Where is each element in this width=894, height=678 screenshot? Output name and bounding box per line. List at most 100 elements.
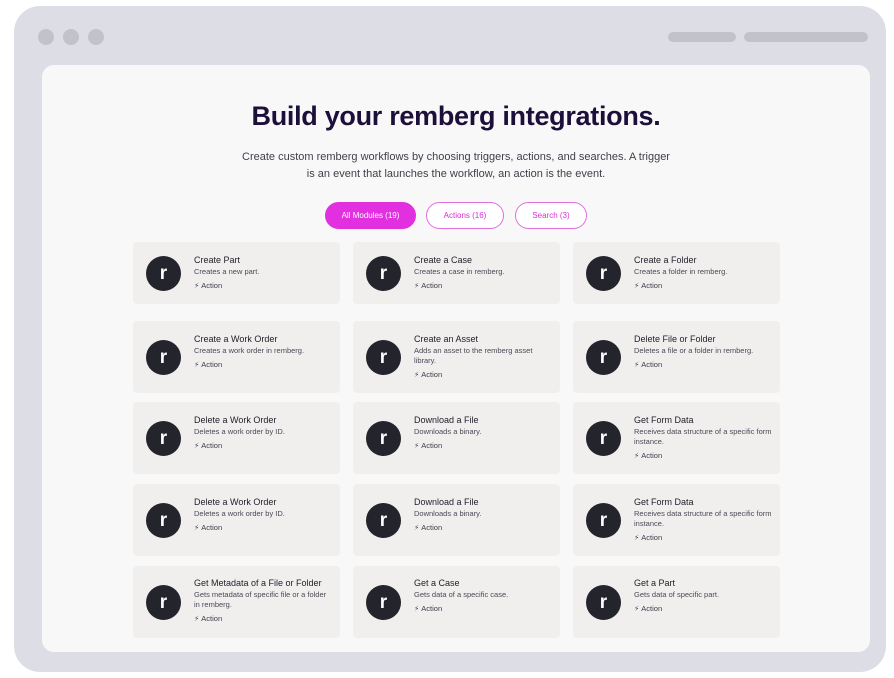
card-tag: ⚡ Action	[414, 281, 443, 290]
remberg-logo-icon: r	[366, 256, 401, 291]
card-title: Get a Case	[414, 578, 460, 588]
filter-actions[interactable]: Actions (16)	[426, 202, 504, 229]
toolbar-placeholder-short	[668, 32, 736, 42]
window-dot-icon[interactable]	[38, 29, 54, 45]
card-description: Deletes a work order by ID.	[194, 427, 285, 436]
card-title: Create Part	[194, 255, 241, 265]
card-tag: ⚡ Action	[414, 370, 443, 379]
card-title: Create a Folder	[634, 255, 697, 265]
card-tag: ⚡ Action	[414, 604, 443, 613]
module-card[interactable]: r Delete a Work Order Deletes a work ord…	[133, 402, 340, 474]
remberg-logo-icon: r	[366, 340, 401, 375]
remberg-logo-icon: r	[366, 585, 401, 620]
card-title: Delete a Work Order	[194, 497, 277, 507]
filter-tabs: All Modules (19) Actions (16) Search (3)	[42, 202, 870, 230]
module-card[interactable]: r Create a Work Order Creates a work ord…	[133, 321, 340, 393]
filter-search[interactable]: Search (3)	[515, 202, 587, 229]
module-card[interactable]: r Get Form Data Receives data structure …	[573, 484, 780, 556]
bolt-icon: ⚡	[194, 523, 200, 532]
remberg-logo-icon: r	[586, 421, 621, 456]
card-description: Creates a case in remberg.	[414, 267, 505, 276]
card-tag: ⚡ Action	[414, 523, 443, 532]
remberg-logo-icon: r	[586, 585, 621, 620]
page-subtitle: Create custom remberg workflows by choos…	[242, 151, 670, 180]
window-dot-icon[interactable]	[63, 29, 79, 45]
card-title: Get a Part	[634, 578, 676, 588]
bolt-icon: ⚡	[414, 441, 420, 450]
card-title: Get Form Data	[634, 497, 694, 507]
card-title: Get Metadata of a File or Folder	[194, 578, 322, 588]
card-tag: ⚡ Action	[634, 533, 663, 542]
card-title: Create a Case	[414, 255, 473, 265]
module-card[interactable]: r Get Form Data Receives data structure …	[573, 402, 780, 474]
card-title: Delete File or Folder	[634, 334, 716, 344]
card-tag: ⚡ Action	[194, 441, 223, 450]
card-title: Create a Work Order	[194, 334, 278, 344]
toolbar-placeholder-long	[744, 32, 868, 42]
bolt-icon: ⚡	[194, 441, 200, 450]
card-title: Download a File	[414, 415, 479, 425]
card-description: Receives data structure of a specific fo…	[634, 509, 772, 528]
card-description: Creates a work order in remberg.	[194, 346, 305, 355]
remberg-logo-icon: r	[146, 340, 181, 375]
card-description: Gets metadata of specific file or a fold…	[194, 590, 327, 609]
remberg-logo-icon: r	[366, 503, 401, 538]
card-tag: ⚡ Action	[194, 614, 223, 623]
card-description: Creates a new part.	[194, 267, 260, 276]
bolt-icon: ⚡	[194, 281, 200, 290]
module-card[interactable]: r Download a File Downloads a binary. ⚡ A…	[353, 402, 560, 474]
module-card[interactable]: r Get a Case Gets data of a specific cas…	[353, 566, 560, 638]
card-tag: ⚡ Action	[634, 451, 663, 460]
card-description: Adds an asset to the remberg asset libra…	[414, 346, 533, 365]
bolt-icon: ⚡	[414, 370, 420, 379]
card-description: Creates a folder in remberg.	[634, 267, 728, 276]
card-title: Delete a Work Order	[194, 415, 277, 425]
module-card[interactable]: r Delete a Work Order Deletes a work ord…	[133, 484, 340, 556]
card-description: Deletes a work order by ID.	[194, 509, 285, 518]
bolt-icon: ⚡	[414, 523, 420, 532]
card-tag: ⚡ Action	[194, 360, 223, 369]
bolt-icon: ⚡	[634, 451, 640, 460]
bolt-icon: ⚡	[634, 533, 640, 542]
card-description: Downloads a binary.	[414, 427, 482, 436]
bolt-icon: ⚡	[634, 281, 640, 290]
remberg-logo-icon: r	[586, 340, 621, 375]
remberg-logo-icon: r	[146, 585, 181, 620]
bolt-icon: ⚡	[634, 360, 640, 369]
card-tag: ⚡ Action	[634, 281, 663, 290]
module-card[interactable]: r Create a Folder Creates a folder in re…	[573, 242, 780, 304]
card-description: Gets data of a specific case.	[414, 590, 509, 599]
window-dot-icon[interactable]	[88, 29, 104, 45]
remberg-logo-icon: r	[586, 256, 621, 291]
card-description: Deletes a file or a folder in remberg.	[634, 346, 754, 355]
card-title: Create an Asset	[414, 334, 479, 344]
bolt-icon: ⚡	[194, 360, 200, 369]
module-card[interactable]: r Create a Case Creates a case in rember…	[353, 242, 560, 304]
module-card[interactable]: r Download a File Downloads a binary. ⚡ A…	[353, 484, 560, 556]
module-card[interactable]: r Create Part Creates a new part. ⚡ Actio…	[133, 242, 340, 304]
card-tag: ⚡ Action	[634, 360, 663, 369]
remberg-logo-icon: r	[366, 421, 401, 456]
card-description: Downloads a binary.	[414, 509, 482, 518]
card-description: Gets data of specific part.	[634, 590, 720, 599]
page-title: Build your remberg integrations.	[251, 101, 661, 131]
card-tag: ⚡ Action	[194, 523, 223, 532]
card-tag: ⚡ Action	[634, 604, 663, 613]
card-title: Download a File	[414, 497, 479, 507]
card-title: Get Form Data	[634, 415, 694, 425]
remberg-logo-icon: r	[146, 421, 181, 456]
remberg-logo-icon: r	[146, 503, 181, 538]
card-tag: ⚡ Action	[414, 441, 443, 450]
bolt-icon: ⚡	[634, 604, 640, 613]
bolt-icon: ⚡	[194, 614, 200, 623]
module-card[interactable]: r Get a Part Gets data of specific part.…	[573, 566, 780, 638]
remberg-logo-icon: r	[146, 256, 181, 291]
browser-window: Build your remberg integrations. Create …	[14, 6, 886, 672]
bolt-icon: ⚡	[414, 604, 420, 613]
module-card[interactable]: r Create an Asset Adds an asset to the r…	[353, 321, 560, 393]
module-card[interactable]: r Delete File or Folder Deletes a file o…	[573, 321, 780, 393]
card-description: Receives data structure of a specific fo…	[634, 427, 772, 446]
filter-all-modules[interactable]: All Modules (19)	[325, 202, 416, 229]
bolt-icon: ⚡	[414, 281, 420, 290]
module-card[interactable]: r Get Metadata of a File or Folder Gets …	[133, 566, 340, 638]
